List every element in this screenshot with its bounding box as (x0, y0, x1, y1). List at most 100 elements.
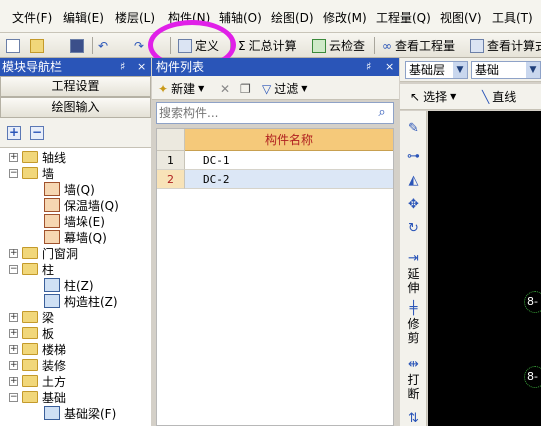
search-input[interactable] (159, 105, 369, 121)
cloud-check-button[interactable]: 云检查 (312, 36, 365, 55)
tree-item[interactable]: + 装修 (9, 357, 66, 373)
tree-item[interactable]: − 柱 (9, 261, 54, 277)
view-formula-button[interactable]: 查看计算式 (470, 36, 541, 55)
offset-icon[interactable]: ⊶ (406, 149, 421, 164)
view-quantity-button[interactable]: ∞ 查看工程量 (382, 36, 455, 55)
tree-item[interactable]: + 轴线 (9, 149, 66, 165)
tree-item[interactable]: + 土方 (9, 373, 66, 389)
tab-project-settings[interactable]: 工程设置 (0, 76, 151, 97)
expand-icon[interactable]: + (9, 344, 18, 354)
draw-toolbar: ↖ 选择 ▼ ╲ 直线 (400, 84, 541, 110)
sum-calc-button[interactable]: Σ 汇总计算 (238, 36, 297, 55)
trim-icon[interactable]: ╪ (406, 301, 421, 316)
main-toolbar: ↶ ↷ 定义 Σ汇总计算 云检查 ∞查看工程量 查看计算式 (0, 33, 541, 58)
new-component-button[interactable]: ✦ 新建 ▼ (158, 79, 204, 98)
new-file-icon[interactable] (6, 36, 20, 55)
collapse-icon[interactable]: − (9, 392, 18, 402)
pin-icon[interactable]: ♯ (366, 58, 371, 76)
pin-icon[interactable]: ♯ (120, 58, 125, 76)
menu-edit[interactable]: 编辑(E) (63, 9, 104, 26)
tree-item[interactable]: 基础梁(F) (44, 405, 116, 421)
tree-item[interactable]: + 楼梯 (9, 341, 66, 357)
redo-icon[interactable]: ↷ (134, 36, 144, 55)
tree-item[interactable]: + 板 (9, 325, 54, 341)
menu-aux-axis[interactable]: 辅轴(O) (219, 9, 262, 26)
delete-icon[interactable]: ✕ (220, 79, 230, 98)
expand-icon[interactable]: + (9, 152, 18, 162)
tree-item-label: 保温墙(Q) (64, 198, 119, 213)
tree-item[interactable]: + 门窗洞 (9, 245, 78, 261)
collapse-icon[interactable]: − (9, 168, 18, 178)
expand-icon[interactable]: + (9, 248, 18, 258)
menu-draw[interactable]: 绘图(D) (271, 9, 314, 26)
split-icon[interactable]: ⇅ (406, 411, 421, 426)
mirror-icon[interactable]: ◭ (406, 173, 421, 188)
insulation-wall-icon (44, 198, 60, 212)
menu-modify[interactable]: 修改(M) (323, 9, 367, 26)
extend-icon[interactable]: ⇥ (406, 251, 421, 266)
open-folder-icon[interactable] (30, 36, 44, 55)
tree-item-label: 土方 (42, 374, 67, 389)
extend-label[interactable]: 延伸 (406, 267, 421, 295)
menu-floor[interactable]: 楼层(L) (115, 9, 155, 26)
component-panel-title: 构件列表 ♯ × (152, 58, 399, 76)
tree-item-label: 墙垛(E) (64, 214, 105, 229)
search-icon[interactable]: ⌕ (373, 105, 391, 121)
floor-select[interactable]: 基础层 ▼ (405, 61, 468, 79)
tree-item[interactable]: 保温墙(Q) (44, 197, 119, 213)
column-header-name[interactable]: 构件名称 (185, 129, 393, 151)
collapse-all-button[interactable]: − (30, 126, 44, 140)
save-icon[interactable] (70, 36, 84, 55)
side-toolbar: ✎ ⊶ ◭ ✥ ↻ ⇥ 延伸 ╪ 修剪 ⇹ 打断 ⇅ (400, 111, 427, 426)
tree-item[interactable]: 构造柱(Z) (44, 293, 118, 309)
tree-item[interactable]: − 基础 (9, 389, 66, 405)
copy-icon[interactable]: ❐ (240, 79, 251, 98)
menu-quantity[interactable]: 工程量(Q) (376, 9, 431, 26)
component-name-cell[interactable]: DC-1 (185, 151, 393, 170)
chevron-down-icon: ▼ (526, 62, 540, 78)
table-row[interactable]: 1 DC-1 (157, 151, 393, 170)
break-icon[interactable]: ⇹ (406, 357, 421, 372)
component-name-cell[interactable]: DC-2 (185, 170, 393, 189)
nav-panel-title: 模块导航栏 ♯ × (0, 58, 151, 76)
tree-item[interactable]: − 墙 (9, 165, 54, 181)
menu-tools[interactable]: 工具(T) (492, 9, 533, 26)
expand-all-button[interactable]: + (7, 126, 21, 140)
check-icon (312, 38, 326, 53)
tree-item[interactable]: 墙垛(E) (44, 213, 105, 229)
trim-label[interactable]: 修剪 (406, 317, 421, 345)
floor-toolbar: 基础层 ▼ 基础 ▼ (400, 58, 541, 82)
undo-icon[interactable]: ↶ (98, 36, 108, 55)
category-select[interactable]: 基础 ▼ (471, 61, 541, 79)
brush-icon[interactable]: ✎ (406, 121, 421, 136)
tab-drawing-input[interactable]: 绘图输入 (0, 97, 151, 118)
rotate-icon[interactable]: ↻ (406, 221, 421, 236)
collapse-icon[interactable]: − (9, 264, 18, 274)
menu-file[interactable]: 文件(F) (12, 9, 52, 26)
move-icon[interactable]: ✥ (406, 197, 421, 212)
line-button[interactable]: ╲ 直线 (482, 87, 516, 106)
tree-item[interactable]: + 梁 (9, 309, 54, 325)
folder-icon (22, 375, 38, 387)
expand-icon[interactable]: + (9, 312, 18, 322)
menu-bar: 文件(F) 编辑(E) 楼层(L) 构件(N) 辅轴(O) 绘图(D) 修改(M… (0, 0, 541, 33)
break-label[interactable]: 打断 (406, 373, 421, 401)
foundation-beam-icon (44, 406, 60, 420)
drawing-canvas[interactable]: 8- 8- (428, 111, 541, 426)
close-icon[interactable]: × (385, 58, 394, 76)
expand-icon[interactable]: + (9, 360, 18, 370)
tree-item-label: 墙(Q) (64, 182, 95, 197)
expand-icon[interactable]: + (9, 328, 18, 338)
close-icon[interactable]: × (137, 58, 146, 76)
filter-button[interactable]: ▽ 过滤 ▼ (262, 79, 307, 98)
tree-item[interactable]: 墙(Q) (44, 181, 95, 197)
tree-item[interactable]: 幕墙(Q) (44, 229, 107, 245)
grid-header: 构件名称 (157, 129, 393, 151)
constructional-column-icon (44, 294, 60, 308)
menu-view[interactable]: 视图(V) (440, 9, 482, 26)
table-row[interactable]: 2 DC-2 (157, 170, 393, 189)
select-button[interactable]: ↖ 选择 ▼ (410, 87, 456, 106)
tree-item[interactable]: 柱(Z) (44, 277, 94, 293)
tree-item-label: 梁 (42, 310, 55, 325)
expand-icon[interactable]: + (9, 376, 18, 386)
